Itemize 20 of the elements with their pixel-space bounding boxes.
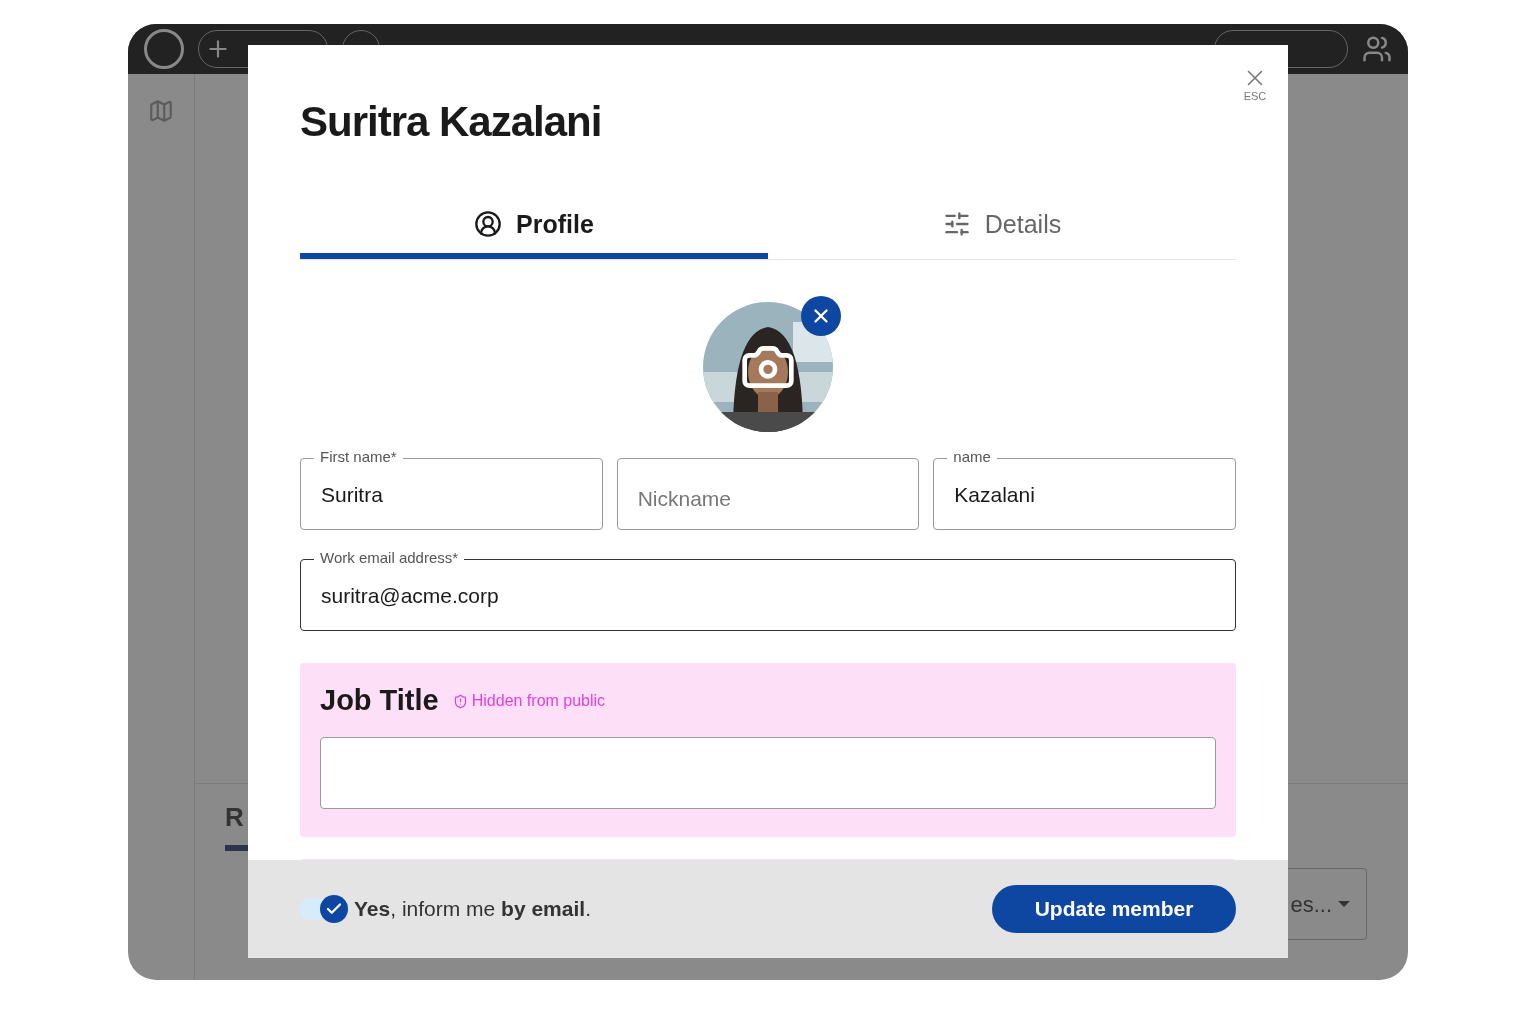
caret-icon	[1338, 901, 1350, 907]
remove-photo-button[interactable]	[801, 296, 841, 337]
user-icon	[474, 210, 503, 239]
text-field[interactable]: Nickname	[616, 458, 920, 531]
modal-title: Suritra Kazalani	[300, 97, 603, 147]
notify-label: Yes, inform me by email.	[354, 896, 591, 923]
update-member-button[interactable]: Update member	[992, 885, 1236, 933]
nickname-input[interactable]: Nickname	[637, 482, 899, 515]
field-value: Suritra	[321, 481, 383, 508]
tab[interactable]: Details	[768, 195, 1236, 260]
job-title-input[interactable]	[320, 736, 1216, 809]
tab[interactable]: Profile	[300, 195, 768, 260]
close-button[interactable]: ESC	[1242, 65, 1268, 102]
visibility-badge: Hidden from public	[452, 689, 606, 714]
field-value: suritra@acme.corp	[321, 582, 499, 609]
notify-toggle[interactable]	[300, 898, 348, 920]
section-heading: Job Title	[320, 683, 439, 719]
field-value: Kazalani	[954, 481, 1035, 508]
sliders-icon	[942, 210, 971, 239]
team-icon[interactable]	[1362, 34, 1392, 64]
